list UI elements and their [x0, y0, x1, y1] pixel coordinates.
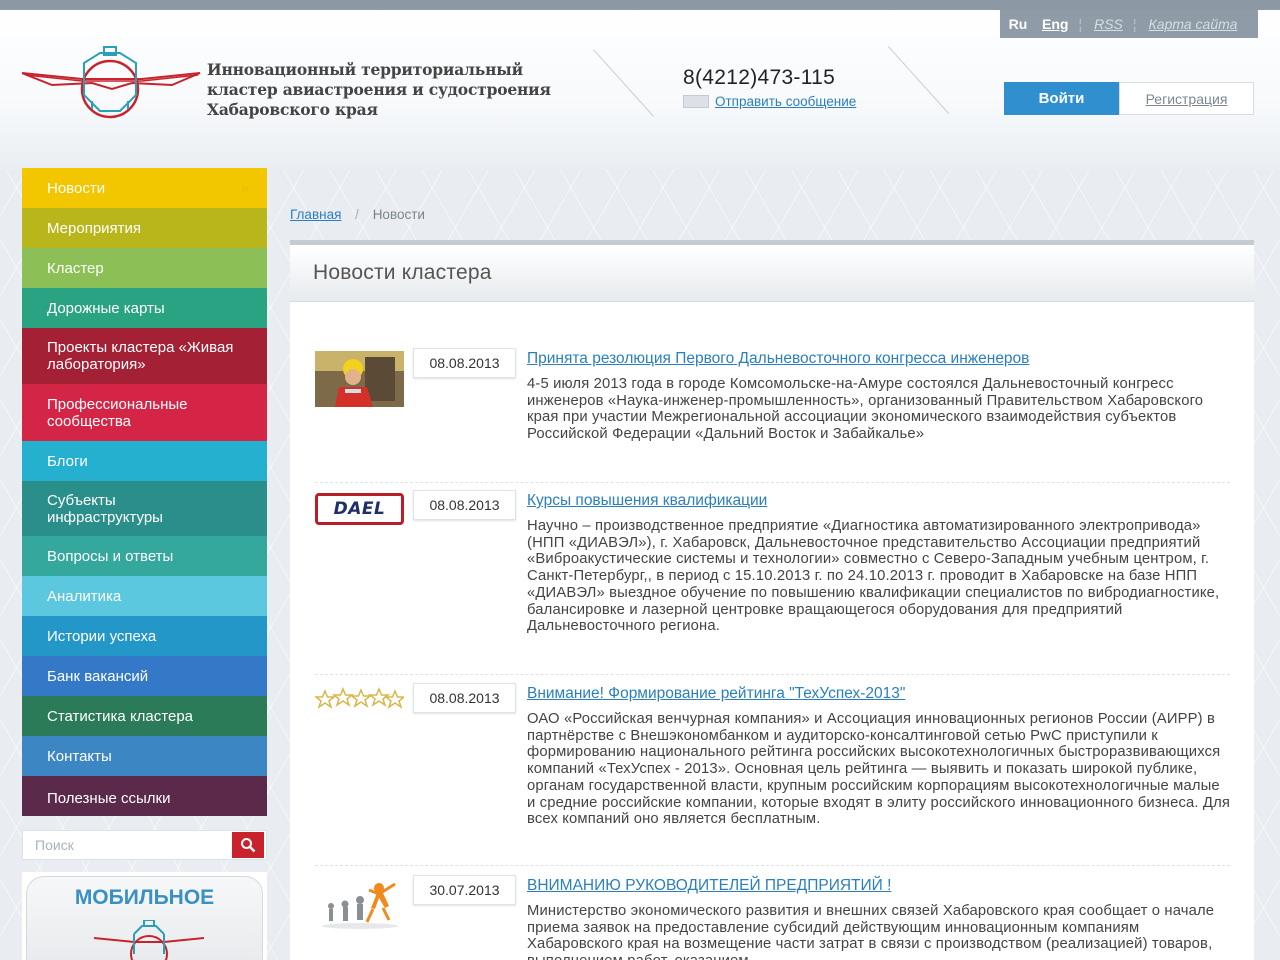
- sidebar-item-label: Проекты кластера «Живая лаборатория»: [47, 339, 234, 373]
- page-title: Новости кластера: [313, 261, 492, 284]
- sidebar-item-label: Субъекты инфраструктуры: [47, 491, 163, 526]
- runners-icon[interactable]: [315, 878, 404, 934]
- stars-icon[interactable]: [315, 686, 404, 742]
- sidebar-item-cluster[interactable]: Кластер: [22, 248, 267, 288]
- sidebar-item-faq[interactable]: Вопросы и ответы: [22, 536, 267, 576]
- phone-number: 8(4212)473-115: [683, 66, 836, 89]
- dael-logo-icon: DAEL: [315, 493, 404, 525]
- logo-title[interactable]: Инновационный территориальный кластер ав…: [207, 60, 587, 120]
- dael-logo-text: DAEL: [333, 499, 386, 519]
- breadcrumb-separator: /: [355, 207, 359, 222]
- sidebar-item-label: Мероприятия: [47, 219, 142, 237]
- sidebar-item-analytics[interactable]: Аналитика: [22, 576, 267, 616]
- logo-line: кластер авиастроения и судостроения: [207, 80, 551, 99]
- lang-en-link[interactable]: Eng: [1042, 16, 1068, 32]
- search-input[interactable]: Поиск: [23, 837, 232, 853]
- sidebar-item-label: Вопросы и ответы: [47, 547, 174, 565]
- sidebar-item-projects[interactable]: Проекты кластера «Живая лаборатория»: [22, 328, 267, 384]
- sidebar-item-label: Кластер: [47, 259, 104, 277]
- breadcrumb-current: Новости: [372, 207, 425, 222]
- sidebar-item-label: Профессиональные сообщества: [47, 395, 188, 430]
- sidebar-item-infrastructure[interactable]: Субъекты инфраструктуры: [22, 481, 267, 536]
- rss-link[interactable]: RSS: [1094, 16, 1123, 32]
- sidebar-item-news[interactable]: Новости »: [22, 168, 267, 208]
- sidebar-item-vacancies[interactable]: Банк вакансий: [22, 656, 267, 696]
- sidebar-item-label: Дорожные карты: [47, 299, 165, 317]
- news-title-link[interactable]: Курсы повышения квалификации: [527, 492, 767, 510]
- news-date: 08.08.2013: [413, 683, 516, 713]
- mobile-banner-label: МОБИЛЬНОЕ: [74, 886, 215, 909]
- cluster-logo-icon: [94, 920, 204, 960]
- news-summary: ОАО «Российская венчурная компания» и Ас…: [527, 711, 1231, 828]
- news-thumbnail[interactable]: DAEL: [315, 493, 404, 549]
- chevron-right-icon: »: [241, 179, 249, 196]
- sidebar-item-label: Статистика кластера: [47, 707, 194, 725]
- sidebar-item-label: Контакты: [47, 747, 112, 765]
- separator: ¦: [1078, 16, 1083, 32]
- envelope-icon: [683, 95, 709, 108]
- top-strip: [0, 0, 1280, 10]
- language-bar: Ru Eng ¦ RSS ¦ Карта сайта: [1000, 10, 1258, 38]
- sidebar-nav: Новости » Мероприятия Кластер Дорожные к…: [22, 168, 267, 816]
- search-box: Поиск: [22, 830, 267, 860]
- separator: ¦: [1132, 16, 1137, 32]
- breadcrumb-home-link[interactable]: Главная: [290, 207, 341, 222]
- send-message-label: Отправить сообщение: [715, 94, 857, 109]
- divider: [315, 674, 1230, 675]
- content-header: Новости кластера: [290, 245, 1254, 302]
- sidebar-item-contacts[interactable]: Контакты: [22, 736, 267, 776]
- divider: [315, 482, 1230, 483]
- news-summary: Научно – производственное предприятие «Д…: [527, 518, 1220, 635]
- lang-ru[interactable]: Ru: [1002, 16, 1034, 32]
- news-date: 08.08.2013: [413, 348, 516, 378]
- news-summary: Министерство экономического развития и в…: [527, 903, 1215, 960]
- news-summary: 4-5 июля 2013 года в городе Комсомольске…: [527, 376, 1204, 443]
- send-message-link[interactable]: Отправить сообщение: [683, 94, 856, 109]
- site-map-link[interactable]: Карта сайта: [1149, 16, 1238, 32]
- news-title-link[interactable]: Принята резолюция Первого Дальневосточно…: [527, 350, 1029, 368]
- search-button[interactable]: [232, 832, 264, 858]
- logo-line: Инновационный территориальный: [207, 60, 523, 79]
- news-date: 08.08.2013: [413, 490, 516, 520]
- logo-line: Хабаровского края: [207, 100, 378, 119]
- search-icon: [241, 838, 256, 853]
- divider: [315, 865, 1230, 866]
- login-button[interactable]: Войти: [1004, 82, 1119, 115]
- sidebar-item-label: Новости: [47, 179, 106, 197]
- news-title-link[interactable]: Внимание! Формирование рейтинга "ТехУспе…: [527, 685, 905, 703]
- sidebar-item-label: Истории успеха: [47, 627, 157, 645]
- site-header: Ru Eng ¦ RSS ¦ Карта сайта Инновационный…: [0, 10, 1280, 170]
- breadcrumb: Главная / Новости: [290, 207, 425, 222]
- sidebar-item-statistics[interactable]: Статистика кластера: [22, 696, 267, 736]
- news-title-link[interactable]: ВНИМАНИЮ РУКОВОДИТЕЛЕЙ ПРЕДПРИЯТИЙ !: [527, 877, 891, 895]
- sidebar-item-label: Банк вакансий: [47, 667, 149, 685]
- sidebar-item-blogs[interactable]: Блоги: [22, 441, 267, 481]
- sidebar-item-roadmaps[interactable]: Дорожные карты: [22, 288, 267, 328]
- sidebar-item-label: Блоги: [47, 452, 88, 470]
- sidebar-item-label: Аналитика: [47, 587, 122, 605]
- register-button[interactable]: Регистрация: [1119, 82, 1254, 115]
- decorative-divider: [888, 46, 949, 114]
- sidebar-item-events[interactable]: Мероприятия: [22, 208, 267, 248]
- decorative-divider: [593, 49, 654, 117]
- sidebar-item-label: Полезные ссылки: [47, 789, 171, 807]
- sidebar-item-communities[interactable]: Профессиональные сообщества: [22, 384, 267, 441]
- cluster-logo-icon[interactable]: [22, 45, 202, 125]
- sidebar-item-success-stories[interactable]: Истории успеха: [22, 616, 267, 656]
- news-thumbnail[interactable]: [315, 351, 404, 407]
- mobile-version-banner[interactable]: МОБИЛЬНОЕ: [22, 872, 267, 960]
- main-content: Новости кластера 08.08.2013 Принята резо…: [290, 240, 1254, 960]
- news-date: 30.07.2013: [413, 875, 516, 905]
- sidebar-item-useful-links[interactable]: Полезные ссылки: [22, 776, 267, 816]
